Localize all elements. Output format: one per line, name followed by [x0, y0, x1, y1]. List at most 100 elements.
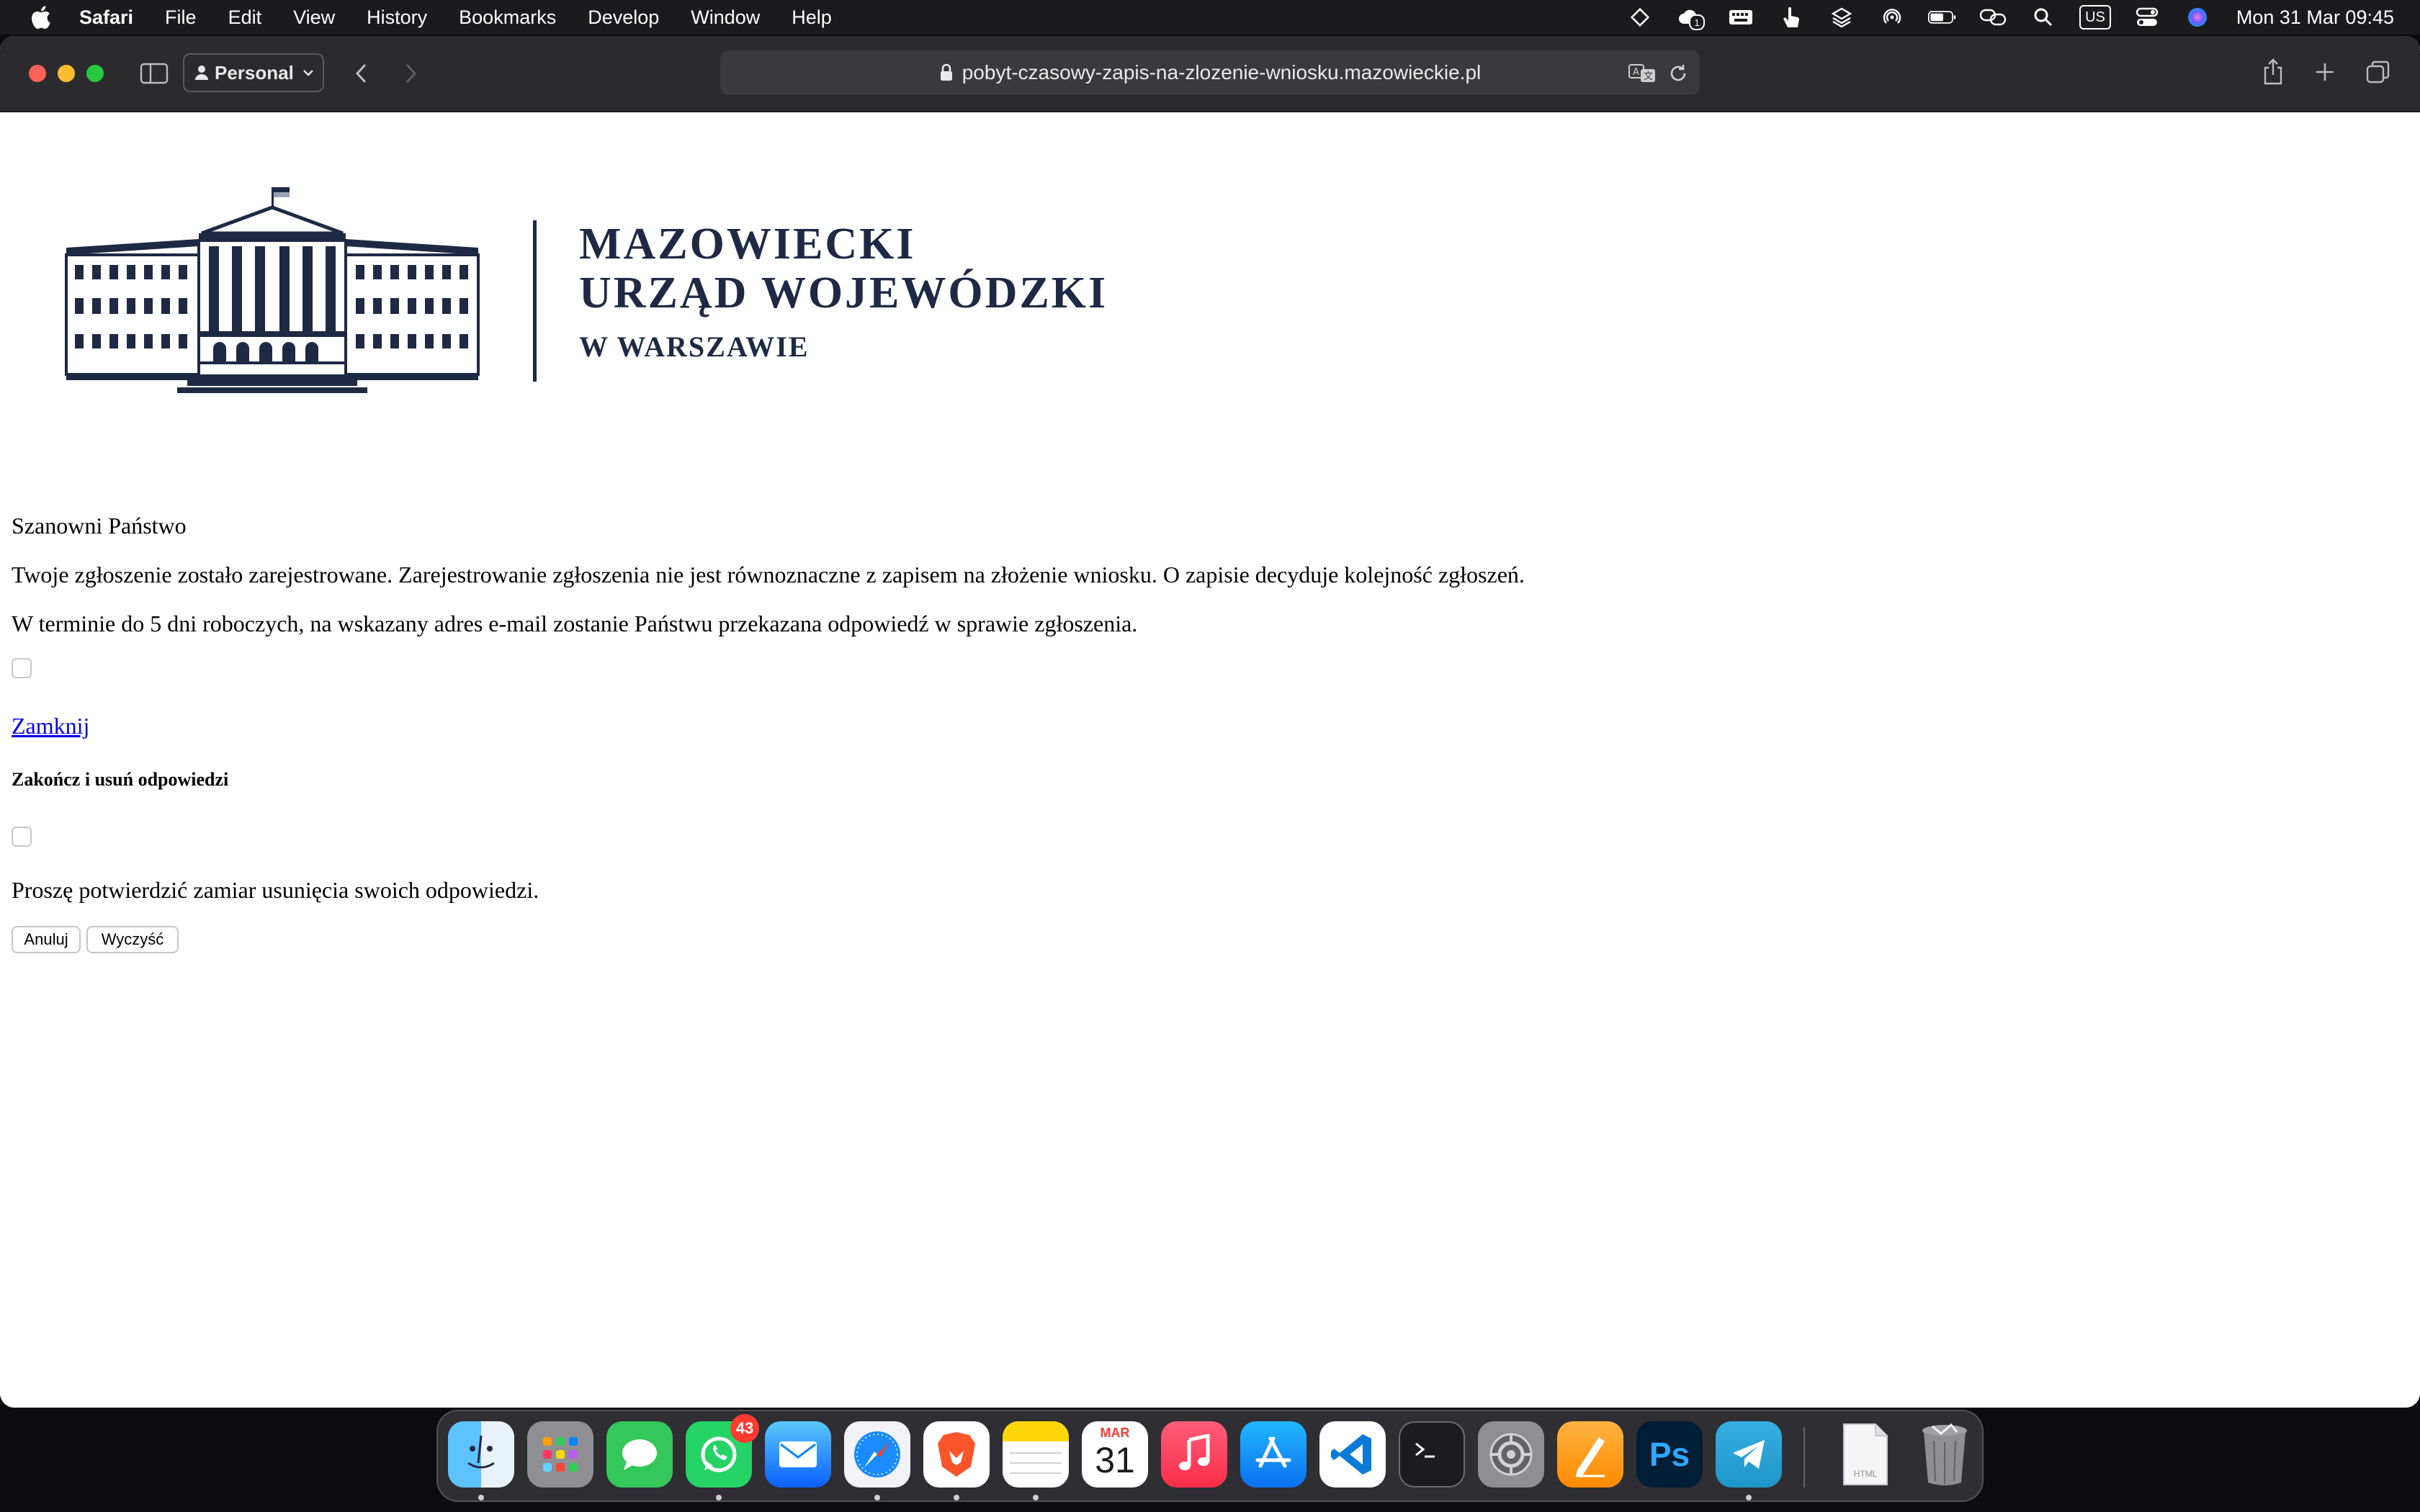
address-bar[interactable]: pobyt-czasowy-zapis-na-zlozenie-wniosku.…	[720, 50, 1700, 95]
music-icon[interactable]	[1161, 1421, 1227, 1488]
web-content: MAZOWIECKI URZĄD WOJEWÓDZKI W WARSZAWIE …	[0, 112, 2420, 1408]
menu-help[interactable]: Help	[792, 6, 832, 29]
menu-bar: Safari File Edit View History Bookmarks …	[0, 0, 2420, 35]
tab-overview-icon[interactable]	[2361, 55, 2396, 89]
input-source-indicator[interactable]: US	[2079, 3, 2111, 32]
calendar-month: MAR	[1100, 1426, 1130, 1440]
chevron-left-icon	[355, 63, 367, 84]
mazowiecki-uw-logo: MAZOWIECKI URZĄD WOJEWÓDZKI W WARSZAWIE	[10, 125, 1119, 428]
back-button[interactable]	[346, 58, 377, 89]
photoshop-icon[interactable]: Ps	[1636, 1421, 1703, 1488]
building-emblem-icon	[65, 187, 480, 393]
confirm-toggle-checkbox[interactable]	[12, 827, 32, 847]
svg-text:文: 文	[1644, 71, 1653, 82]
spotlight-search-icon[interactable]	[2029, 3, 2058, 32]
app-store-icon[interactable]	[1240, 1421, 1307, 1488]
telegram-running-dot	[1746, 1495, 1752, 1500]
html-file-icon[interactable]: HTML	[1832, 1421, 1899, 1488]
layers-icon[interactable]	[1827, 3, 1856, 32]
calendar-day: 31	[1095, 1440, 1135, 1480]
diamond-icon[interactable]	[1626, 3, 1654, 32]
menu-file[interactable]: File	[165, 6, 197, 29]
telegram-icon[interactable]	[1716, 1421, 1782, 1488]
response-info-message: W terminie do 5 dni roboczych, na wskaza…	[12, 611, 1138, 636]
photoshop-label: Ps	[1649, 1436, 1690, 1473]
apple-menu-icon[interactable]	[26, 3, 55, 32]
greeting-text: Szanowni Państwo	[12, 513, 187, 539]
keyboard-icon[interactable]	[1726, 3, 1755, 32]
chevron-down-icon	[302, 70, 313, 76]
whatsapp-running-dot	[716, 1495, 722, 1500]
delete-confirmation-message: Proszę potwierdzić zamiar usunięcia swoi…	[12, 877, 539, 903]
new-tab-icon[interactable]	[2308, 55, 2342, 89]
close-link[interactable]: Zamknij	[12, 713, 89, 739]
whatsapp-icon[interactable]: 43	[686, 1414, 759, 1488]
menu-bookmarks[interactable]: Bookmarks	[459, 6, 556, 29]
input-source-label: US	[2079, 5, 2111, 30]
fullscreen-window-button[interactable]	[86, 65, 104, 82]
dock-separator	[1803, 1427, 1805, 1488]
notes-running-dot	[1033, 1495, 1039, 1500]
profile-button[interactable]: Personal	[183, 53, 324, 92]
share-icon[interactable]	[2256, 55, 2290, 89]
lock-icon	[939, 63, 954, 82]
terminal-icon[interactable]	[1399, 1421, 1465, 1488]
finder-icon[interactable]	[448, 1421, 514, 1488]
profile-label: Personal	[215, 61, 294, 84]
reload-icon[interactable]	[1664, 59, 1693, 88]
browser-toolbar: Personal pobyt-czasowy-zapis-na-zlozenie…	[0, 36, 2420, 112]
calendar-icon[interactable]: MAR 31	[1082, 1421, 1148, 1488]
url-text: pobyt-czasowy-zapis-na-zlozenie-wniosku.…	[962, 61, 1482, 84]
trash-icon[interactable]	[1912, 1421, 1978, 1488]
dock: 43 MAR 31 Ps HTML	[436, 1410, 1984, 1502]
status-menus: 1 US Mon 31 Mar 09:45	[1604, 0, 2394, 35]
person-icon	[195, 66, 208, 80]
menu-app-name[interactable]: Safari	[79, 6, 133, 29]
battery-icon[interactable]	[1928, 3, 1957, 32]
whatsapp-unread-badge: 43	[730, 1414, 759, 1443]
translate-icon[interactable]: A文	[1628, 59, 1657, 88]
menu-window[interactable]: Window	[691, 6, 760, 29]
brave-running-dot	[954, 1495, 959, 1500]
system-settings-icon[interactable]	[1478, 1421, 1544, 1488]
siri-icon[interactable]	[2183, 3, 2212, 32]
svg-text:A: A	[1633, 67, 1639, 78]
menu-clock[interactable]: Mon 31 Mar 09:45	[2236, 6, 2394, 29]
forward-button[interactable]	[395, 58, 426, 89]
logo-title-line1: MAZOWIECKI	[579, 220, 916, 269]
chevron-right-icon	[405, 63, 417, 84]
creative-cloud-icon[interactable]: 1	[1676, 3, 1706, 32]
logo-title-line2: URZĄD WOJEWÓDZKI	[579, 269, 1108, 318]
close-toggle-checkbox[interactable]	[12, 658, 32, 678]
launchpad-icon[interactable]	[527, 1421, 593, 1488]
logo-title-line3: W WARSZAWIE	[579, 330, 810, 363]
clear-button[interactable]: Wyczyść	[86, 926, 179, 953]
pages-icon[interactable]	[1557, 1421, 1623, 1488]
sidebar-toggle-icon[interactable]	[138, 58, 170, 89]
logo-divider	[533, 220, 537, 382]
minimize-window-button[interactable]	[58, 65, 75, 82]
menu-history[interactable]: History	[367, 6, 427, 29]
finder-running-dot	[478, 1495, 484, 1500]
menu-view[interactable]: View	[293, 6, 335, 29]
menu-develop[interactable]: Develop	[588, 6, 659, 29]
brave-icon[interactable]	[923, 1421, 990, 1488]
registration-message: Twoje zgłoszenie zostało zarejestrowane.…	[12, 562, 1525, 588]
cancel-button[interactable]: Anuluj	[12, 926, 81, 953]
mail-icon[interactable]	[765, 1421, 831, 1488]
html-file-label: HTML	[1853, 1469, 1878, 1479]
end-and-delete-heading: Zakończ i usuń odpowiedzi	[12, 769, 229, 790]
notes-icon[interactable]	[1003, 1421, 1069, 1488]
close-window-button[interactable]	[29, 65, 46, 82]
menu-edit[interactable]: Edit	[228, 6, 262, 29]
airdrop-icon[interactable]	[1878, 3, 1906, 32]
messages-icon[interactable]	[606, 1421, 673, 1488]
vscode-icon[interactable]	[1319, 1421, 1386, 1488]
safari-window: Personal pobyt-czasowy-zapis-na-zlozenie…	[0, 36, 2420, 1408]
hand-pointer-icon[interactable]	[1777, 3, 1806, 32]
screen-mirroring-icon[interactable]	[1978, 3, 2007, 32]
safari-running-dot	[874, 1495, 880, 1500]
safari-icon[interactable]	[844, 1421, 910, 1488]
control-center-icon[interactable]	[2133, 3, 2161, 32]
notification-badge: 1	[1689, 14, 1706, 30]
